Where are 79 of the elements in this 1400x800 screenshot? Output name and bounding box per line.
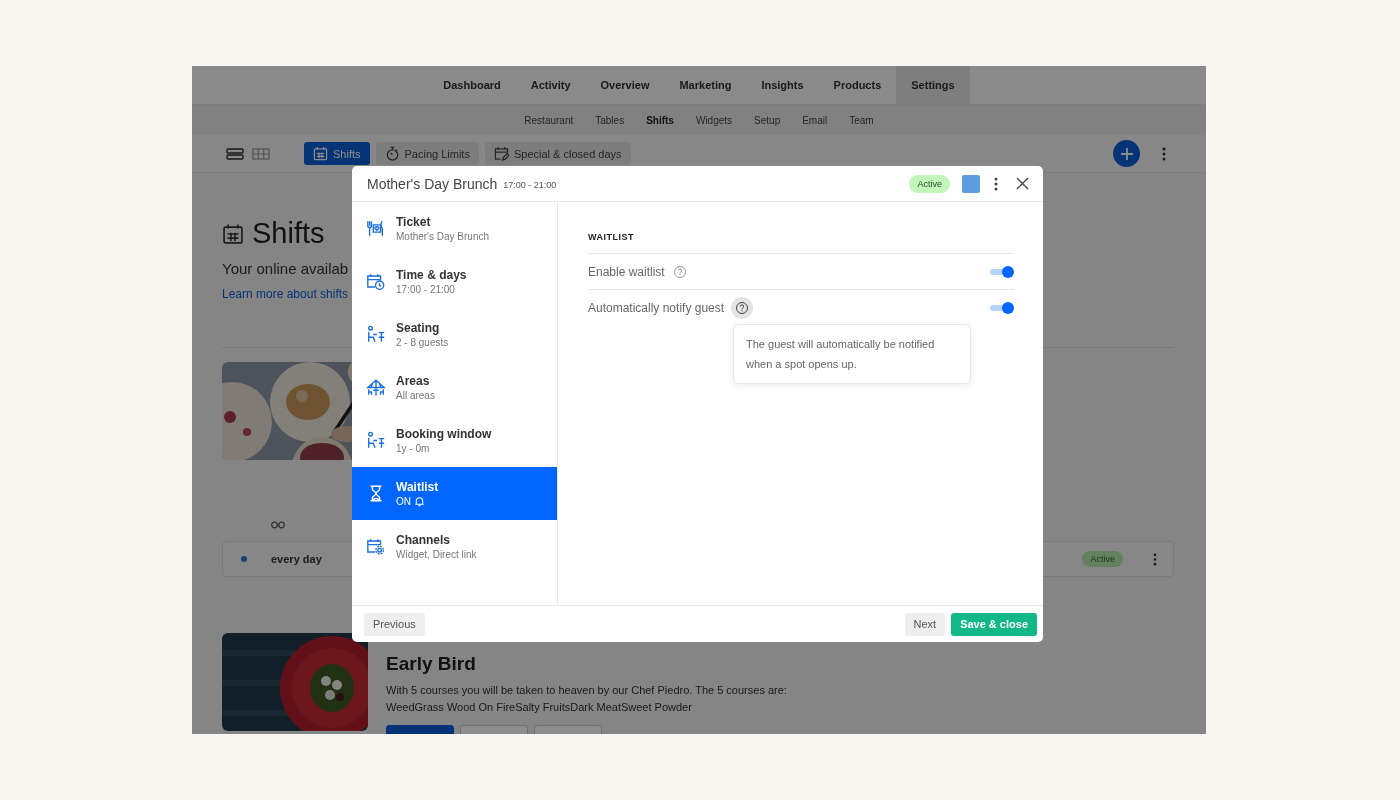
list-view-icon[interactable] [226, 147, 244, 160]
section-item[interactable]: Booking window 1y - 0m [352, 414, 557, 467]
section-title: Channels [396, 533, 451, 547]
save-close-button[interactable]: Save & close [951, 612, 1037, 636]
subnav-tab[interactable]: Shifts [635, 105, 685, 135]
offer-courses: WeedGrass Wood On FireSalty FruitsDark MeatSweet Powder [386, 701, 693, 713]
calendar-icon [222, 222, 244, 245]
section-subtitle: All areas [396, 390, 435, 401]
setting-label: Automatically notify guest [588, 300, 725, 315]
subnav-tab[interactable]: Team [838, 105, 885, 135]
previous-button[interactable]: Previous [364, 612, 425, 636]
page-title: Shifts [252, 217, 325, 250]
toolbar-tab[interactable]: Shifts [304, 142, 370, 165]
status-dot [241, 556, 247, 562]
more-icon[interactable] [1153, 552, 1157, 566]
subnav-tab[interactable]: Email [791, 105, 839, 135]
section-subtitle: ON [396, 496, 411, 507]
section-title: Seating [396, 321, 441, 335]
dialog-time: 17:00 - 21:00 [503, 179, 557, 190]
subnav-tab[interactable]: Setup [743, 105, 792, 135]
toggle-switch[interactable] [990, 301, 1014, 314]
nav-tab[interactable]: Marketing [664, 66, 747, 104]
nav-tab[interactable]: Products [818, 66, 897, 104]
subnav-tab[interactable]: Tables [584, 105, 636, 135]
section-title: Booking window [396, 427, 492, 441]
calendar-icon [313, 146, 328, 161]
close-icon[interactable] [1016, 177, 1029, 190]
next-button[interactable]: Next [904, 612, 946, 636]
tooltip: The guest will automatically be notified when a spot opens up. [733, 324, 971, 384]
section-subtitle: 1y - 0m [396, 443, 430, 454]
seating-icon [366, 431, 386, 450]
section-item[interactable]: Channels Widget, Direct link [352, 520, 557, 573]
section-item[interactable]: Time & days 17:00 - 21:00 [352, 255, 557, 308]
section-title: Waitlist [396, 480, 439, 494]
section-title: Areas [396, 374, 431, 388]
stopwatch-icon [384, 146, 400, 161]
status-badge: Active [1082, 551, 1123, 567]
calendar-clock-icon [366, 272, 386, 291]
add-button[interactable] [1113, 140, 1140, 167]
section-title: Time & days [396, 268, 467, 282]
nav-tab[interactable]: Insights [746, 66, 819, 104]
ticket-icon [366, 219, 386, 238]
section-item[interactable]: Areas All areas [352, 361, 557, 414]
section-title: Ticket [396, 215, 432, 229]
calendar-gear-icon [366, 537, 386, 556]
section-heading: WAITLIST [588, 232, 635, 242]
glasses-icon [271, 521, 285, 529]
offer-title: Early Bird [386, 653, 477, 675]
dialog-title: Mother's Day Brunch [367, 175, 498, 192]
section-item[interactable]: Ticket Mother's Day Brunch [352, 202, 557, 255]
setting-label: Enable waitlist [588, 264, 665, 279]
section-subtitle: Widget, Direct link [396, 549, 477, 560]
nav-tab[interactable]: Activity [515, 66, 586, 104]
color-swatch[interactable] [962, 174, 980, 193]
plus-icon [1119, 146, 1134, 161]
more-icon[interactable] [994, 176, 998, 191]
section-subtitle: 2 - 8 guests [396, 337, 449, 348]
nav-tab[interactable]: Settings [896, 66, 970, 104]
toolbar-tab[interactable]: Special & closed days [484, 142, 631, 165]
subnav-tab[interactable]: Restaurant [513, 105, 585, 135]
umbrella-icon [366, 378, 386, 397]
help-icon[interactable] [731, 296, 754, 319]
seating-icon [366, 325, 386, 344]
toggle-switch[interactable] [990, 265, 1014, 278]
subnav-tab[interactable]: Widgets [684, 105, 744, 135]
section-subtitle: Mother's Day Brunch [396, 231, 490, 242]
page-subtitle: Your online availab [222, 260, 349, 277]
more-icon[interactable] [1162, 146, 1166, 161]
nav-tab[interactable]: Dashboard [428, 66, 516, 104]
learn-more-link[interactable]: Learn more about shifts [222, 287, 349, 301]
nav-tab[interactable]: Overview [585, 66, 665, 104]
section-subtitle: 17:00 - 21:00 [396, 284, 455, 295]
section-item[interactable]: Waitlist ON [352, 467, 557, 520]
toolbar-tab[interactable]: Pacing Limits [375, 142, 479, 165]
section-item[interactable]: Seating 2 - 8 guests [352, 308, 557, 361]
status-badge: Active [909, 174, 950, 193]
calendar-edit-icon [493, 146, 509, 161]
offer-description: With 5 courses you will be taken to heaven by our Chef Piedro. The 5 courses are: [386, 684, 787, 696]
shift-schedule: every day [271, 553, 322, 565]
